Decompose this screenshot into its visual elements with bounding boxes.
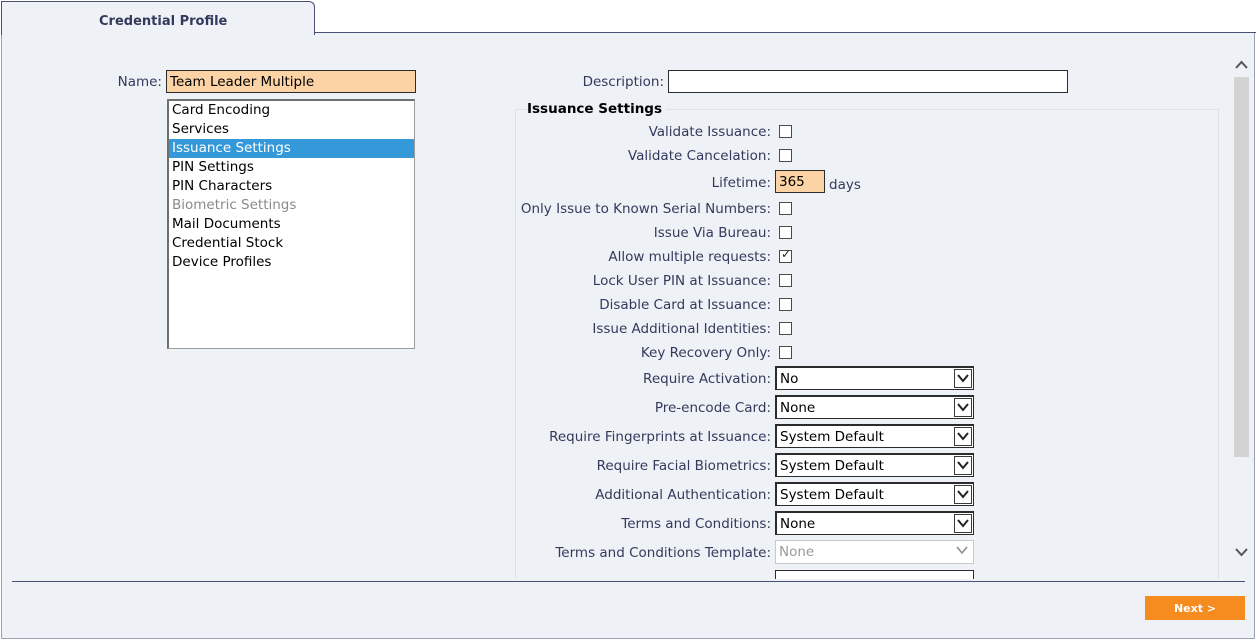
disable-card-label: Disable Card at Issuance:	[599, 297, 771, 313]
checkmark-icon: ✓	[781, 247, 792, 261]
require-activation-select[interactable]: No	[775, 366, 974, 390]
issuance-settings-title: Issuance Settings	[527, 101, 667, 117]
select-value: System Default	[780, 458, 884, 474]
validate-issuance-checkbox[interactable]	[779, 125, 792, 138]
facial-biometrics-select[interactable]: System Default	[775, 453, 974, 477]
fingerprints-select[interactable]: System Default	[775, 424, 974, 448]
validate-cancelation-label: Validate Cancelation:	[627, 148, 771, 164]
chevron-down-icon[interactable]	[954, 398, 972, 417]
terms-template-select: None	[775, 540, 974, 564]
list-item-pin-settings[interactable]: PIN Settings	[169, 158, 414, 177]
chevron-down-icon	[954, 542, 972, 561]
additional-identities-label: Issue Additional Identities:	[592, 321, 771, 337]
list-item-issuance-settings[interactable]: Issuance Settings	[169, 139, 414, 158]
list-item-pin-characters[interactable]: PIN Characters	[169, 177, 414, 196]
validate-issuance-label: Validate Issuance:	[648, 124, 771, 140]
pre-encode-select[interactable]: None	[775, 395, 974, 419]
scroll-up-icon[interactable]	[1233, 55, 1250, 75]
fingerprints-label: Require Fingerprints at Issuance:	[549, 429, 771, 445]
description-label: Description:	[582, 74, 664, 90]
terms-label: Terms and Conditions:	[621, 516, 771, 532]
validate-cancelation-checkbox[interactable]	[779, 149, 792, 162]
scroll-thumb[interactable]	[1234, 77, 1249, 457]
select-value: System Default	[780, 429, 884, 445]
key-recovery-checkbox[interactable]	[779, 346, 792, 359]
lock-pin-checkbox[interactable]	[779, 274, 792, 287]
multiple-requests-checkbox[interactable]: ✓	[779, 247, 792, 263]
pre-encode-label: Pre-encode Card:	[654, 400, 771, 416]
disable-card-checkbox[interactable]	[779, 298, 792, 311]
require-activation-label: Require Activation:	[643, 371, 771, 387]
next-button[interactable]: Next >	[1145, 596, 1245, 620]
key-recovery-label: Key Recovery Only:	[640, 345, 771, 361]
tab-label: Credential Profile	[99, 14, 228, 29]
list-item-card-encoding[interactable]: Card Encoding	[169, 101, 414, 120]
lock-pin-label: Lock User PIN at Issuance:	[592, 273, 771, 289]
list-item-mail-documents[interactable]: Mail Documents	[169, 215, 414, 234]
next-field-partial	[775, 570, 974, 579]
chevron-down-icon[interactable]	[954, 485, 972, 504]
via-bureau-label: Issue Via Bureau:	[653, 225, 771, 241]
tab-credential-profile[interactable]: Credential Profile	[1, 1, 315, 35]
known-serials-checkbox[interactable]	[779, 202, 792, 215]
name-input[interactable]	[166, 70, 416, 93]
name-label: Name:	[117, 74, 162, 90]
additional-auth-label: Additional Authentication:	[595, 487, 771, 503]
chevron-down-icon[interactable]	[954, 514, 972, 533]
lifetime-label: Lifetime:	[711, 175, 771, 191]
lifetime-unit: days	[829, 177, 861, 193]
list-item-services[interactable]: Services	[169, 120, 414, 139]
select-value: No	[780, 371, 799, 387]
via-bureau-checkbox[interactable]	[779, 226, 792, 239]
vertical-scrollbar[interactable]	[1233, 55, 1250, 563]
chevron-down-icon[interactable]	[954, 427, 972, 446]
multiple-requests-label: Allow multiple requests:	[608, 249, 771, 265]
select-value: None	[780, 516, 816, 532]
select-value: System Default	[780, 487, 884, 503]
select-value: None	[780, 400, 816, 416]
list-item-biometric-settings: Biometric Settings	[172, 197, 297, 213]
description-input[interactable]	[668, 70, 1068, 93]
chevron-down-icon[interactable]	[954, 369, 972, 388]
facial-biometrics-label: Require Facial Biometrics:	[596, 458, 771, 474]
select-value: None	[779, 544, 815, 560]
terms-select[interactable]: None	[775, 511, 974, 535]
additional-identities-checkbox[interactable]	[779, 322, 792, 335]
list-item-device-profiles[interactable]: Device Profiles	[169, 253, 414, 272]
additional-auth-select[interactable]: System Default	[775, 482, 974, 506]
chevron-down-icon[interactable]	[954, 456, 972, 475]
section-list[interactable]: Card Encoding Services Issuance Settings…	[167, 99, 415, 349]
known-serials-label: Only Issue to Known Serial Numbers:	[520, 201, 771, 217]
terms-template-label: Terms and Conditions Template:	[555, 545, 771, 561]
footer-divider	[12, 581, 1245, 582]
lifetime-input[interactable]	[775, 170, 825, 193]
scroll-down-icon[interactable]	[1233, 542, 1250, 562]
list-item-credential-stock[interactable]: Credential Stock	[169, 234, 414, 253]
